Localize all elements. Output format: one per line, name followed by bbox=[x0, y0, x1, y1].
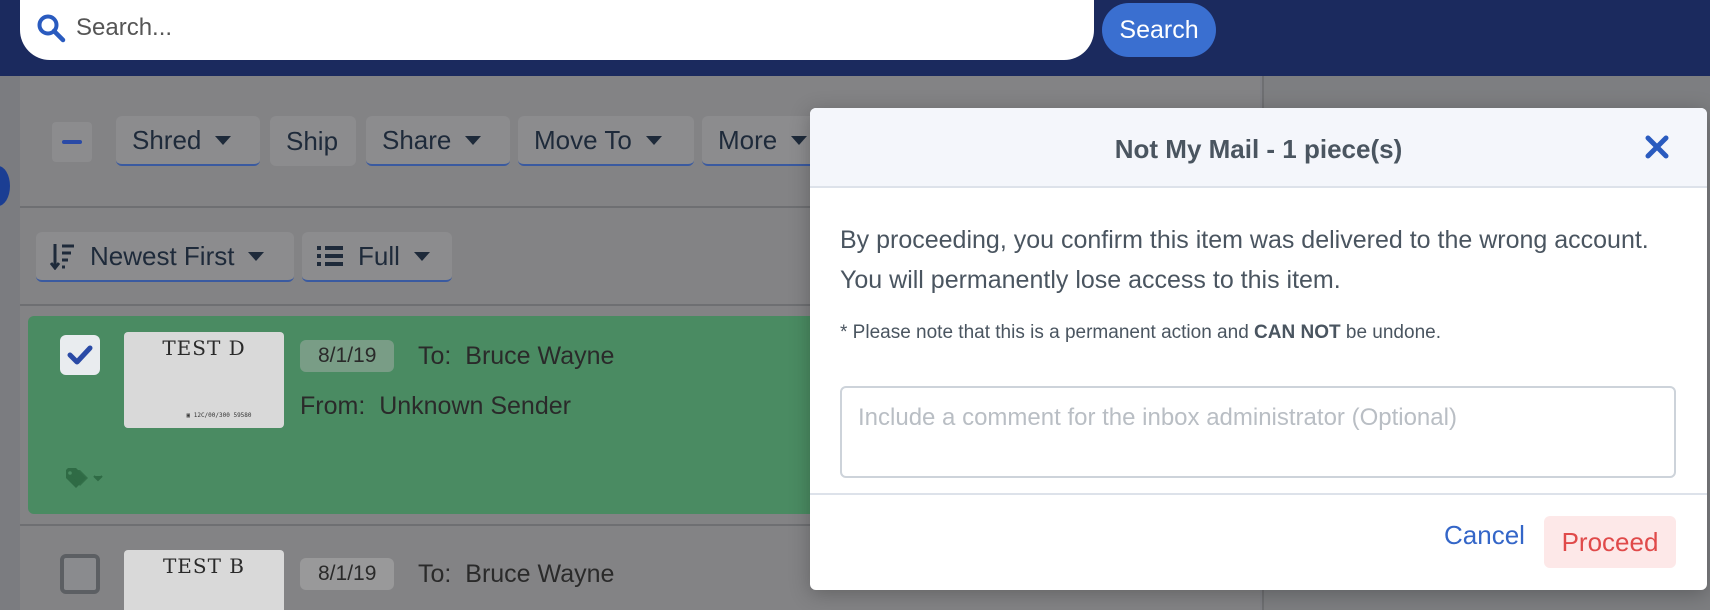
sender-line: From: Unknown Sender bbox=[300, 392, 571, 421]
thumbnail-text: TEST D bbox=[162, 336, 246, 360]
top-bar: Search bbox=[0, 0, 1710, 76]
search-button[interactable]: Search bbox=[1102, 3, 1216, 57]
recipient-line: To: Bruce Wayne bbox=[418, 560, 614, 589]
list-icon bbox=[317, 246, 343, 266]
tag-icon[interactable] bbox=[64, 466, 106, 490]
check-icon bbox=[67, 345, 93, 365]
note-suffix: be undone. bbox=[1345, 322, 1441, 343]
comment-input[interactable] bbox=[840, 386, 1676, 478]
recipient-name: Bruce Wayne bbox=[465, 342, 615, 370]
chevron-down-icon bbox=[791, 135, 808, 145]
more-label: More bbox=[718, 124, 778, 155]
to-label: To: bbox=[418, 342, 452, 370]
view-mode-dropdown[interactable]: Full bbox=[302, 232, 452, 282]
sort-order-dropdown[interactable]: Newest First bbox=[36, 232, 294, 282]
recipient-name: Bruce Wayne bbox=[465, 560, 615, 588]
ship-button[interactable]: Ship bbox=[270, 116, 356, 166]
move-to-button[interactable]: Move To bbox=[518, 116, 694, 166]
search-box[interactable] bbox=[20, 0, 1094, 60]
chevron-down-icon bbox=[413, 251, 430, 261]
recipient-line: To: Bruce Wayne bbox=[418, 342, 614, 371]
dialog-footer-divider bbox=[810, 493, 1707, 495]
note-prefix: * Please note that this is a permanent a… bbox=[840, 322, 1249, 343]
deselect-all-button[interactable] bbox=[52, 122, 92, 162]
chevron-down-icon bbox=[465, 135, 482, 145]
chevron-down-icon bbox=[215, 135, 232, 145]
dialog-title: Not My Mail - 1 piece(s) bbox=[1114, 134, 1403, 164]
barcode-text: 12C/00/300 59580 bbox=[193, 412, 252, 419]
proceed-button[interactable]: Proceed bbox=[1544, 516, 1676, 568]
search-input[interactable] bbox=[76, 12, 1056, 44]
to-label: To: bbox=[418, 560, 452, 588]
date-badge: 8/1/19 bbox=[300, 558, 395, 590]
shred-label: Shred bbox=[132, 124, 202, 155]
cancel-button[interactable]: Cancel bbox=[1444, 520, 1525, 551]
view-mode-label: Full bbox=[358, 240, 400, 271]
dialog-message: By proceeding, you confirm this item was… bbox=[840, 226, 1649, 294]
row-checkbox[interactable] bbox=[60, 554, 100, 594]
dialog-header: Not My Mail - 1 piece(s) bbox=[810, 108, 1707, 188]
thumbnail-text: TEST B bbox=[162, 554, 246, 578]
move-to-label: Move To bbox=[534, 124, 632, 155]
ship-label: Ship bbox=[286, 125, 339, 156]
left-sidebar-strip bbox=[0, 76, 20, 610]
mail-thumbnail[interactable]: TEST B bbox=[124, 550, 284, 610]
close-icon[interactable] bbox=[1642, 132, 1672, 162]
sort-order-label: Newest First bbox=[90, 240, 235, 271]
row-checkbox[interactable] bbox=[60, 335, 100, 375]
note-emphasis: CAN NOT bbox=[1254, 322, 1341, 343]
mail-thumbnail[interactable]: TEST D ▣ 12C/00/300 59580 bbox=[124, 332, 284, 428]
thumbnail-barcode: ▣ 12C/00/300 59580 bbox=[186, 412, 252, 419]
chevron-down-icon bbox=[248, 251, 265, 261]
date-badge: 8/1/19 bbox=[300, 340, 395, 372]
from-label: From: bbox=[300, 392, 366, 420]
search-icon bbox=[37, 14, 66, 43]
sender-name: Unknown Sender bbox=[379, 392, 571, 420]
shred-button[interactable]: Shred bbox=[116, 116, 260, 166]
permanent-action-note: * Please note that this is a permanent a… bbox=[840, 322, 1441, 344]
sort-icon bbox=[50, 244, 74, 270]
chevron-down-icon bbox=[645, 135, 662, 145]
share-button[interactable]: Share bbox=[366, 116, 510, 166]
share-label: Share bbox=[382, 124, 452, 155]
